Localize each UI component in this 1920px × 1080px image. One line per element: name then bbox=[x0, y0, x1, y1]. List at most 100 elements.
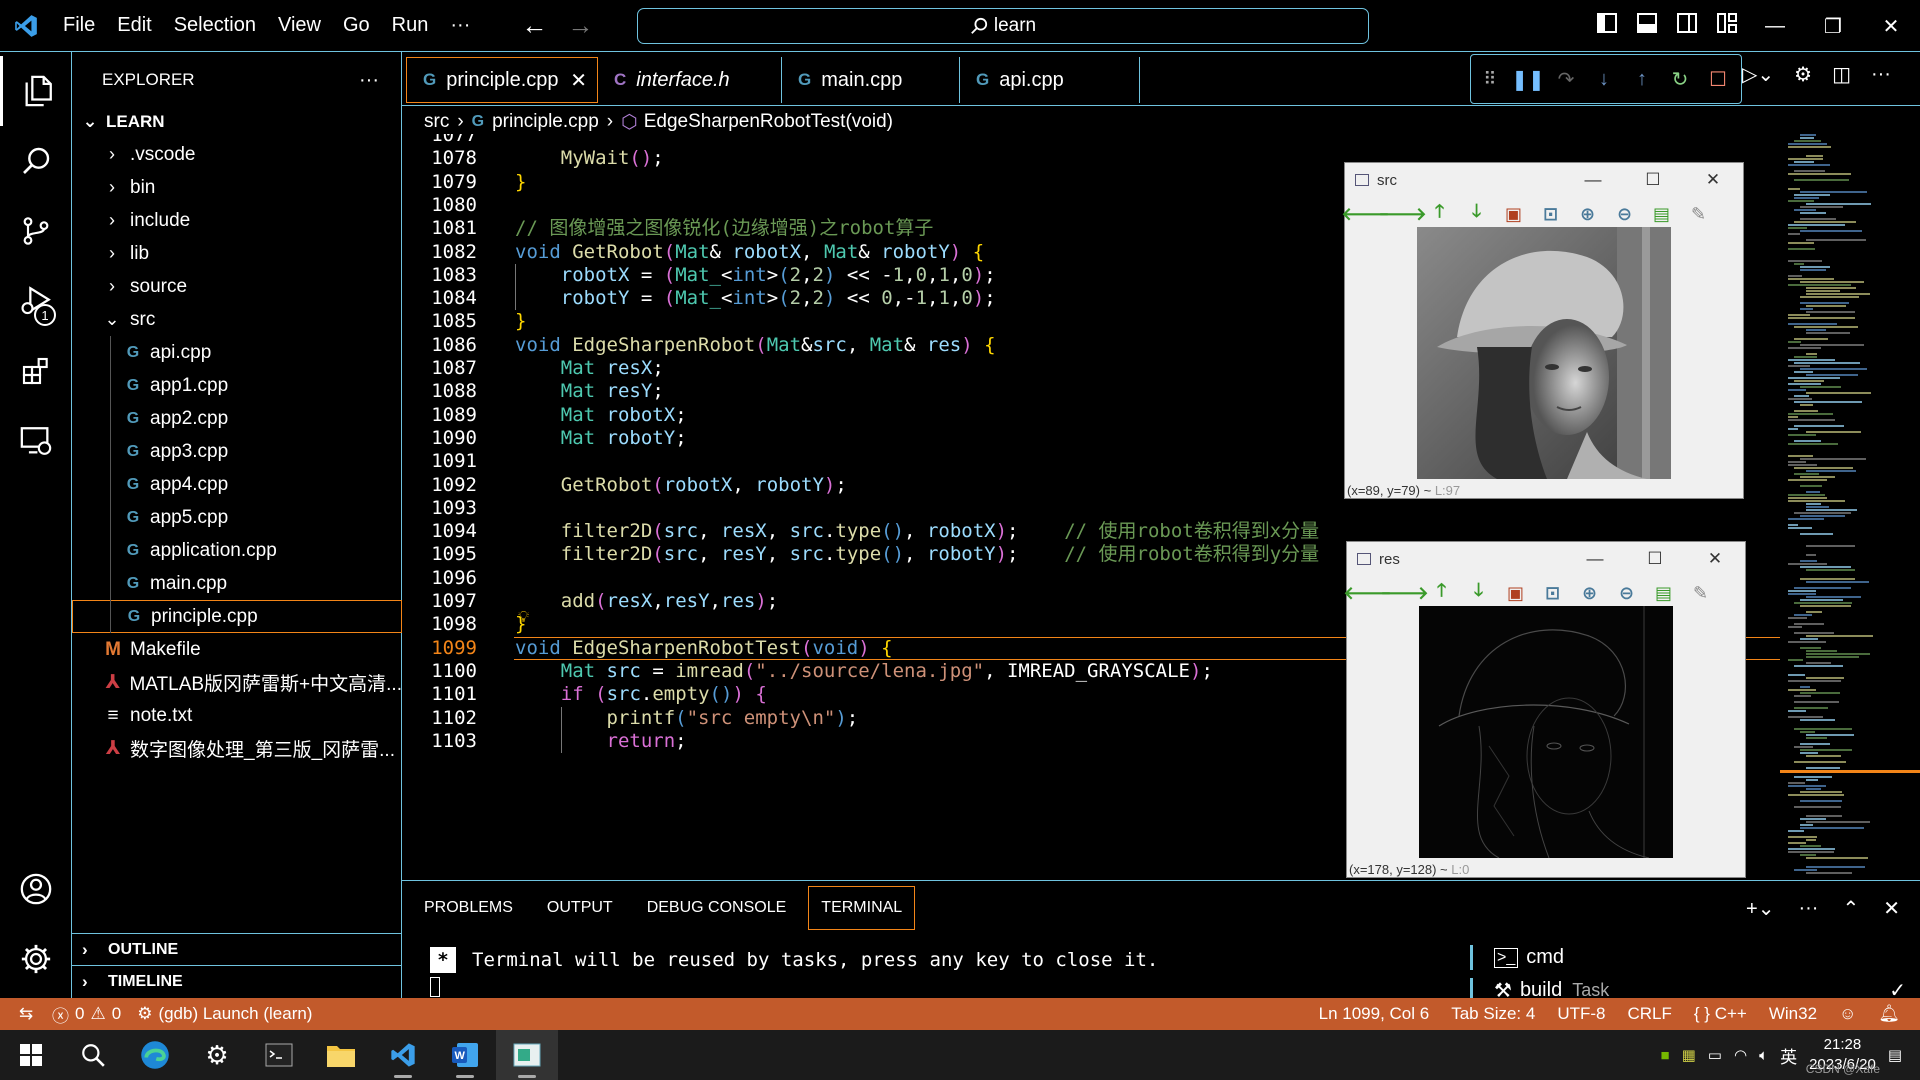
search-icon[interactable] bbox=[0, 126, 72, 196]
notifications-bell-icon[interactable]: 🔔︎ bbox=[1878, 1004, 1900, 1024]
arrow-right-icon[interactable]: 🡒 bbox=[1380, 582, 1428, 604]
drag-handle-icon[interactable]: ⠿ bbox=[1471, 69, 1509, 90]
arrow-right-icon[interactable]: 🡒 bbox=[1378, 203, 1426, 225]
step-out-icon[interactable]: ↑ bbox=[1623, 68, 1661, 91]
tree-item-main-cpp[interactable]: Gmain.cpp bbox=[72, 567, 402, 600]
source-control-icon[interactable] bbox=[0, 196, 72, 266]
code-line[interactable]: 1077 bbox=[402, 134, 1780, 147]
tree-item-[interactable]: ⅄ 数字图像处理_第三版_冈萨雷... bbox=[72, 732, 402, 765]
run-dropdown-icon[interactable]: ▷⌄ bbox=[1742, 62, 1774, 87]
close-window-icon[interactable]: ✕ bbox=[1862, 0, 1920, 52]
outline-section[interactable]: › OUTLINE bbox=[72, 933, 402, 965]
terminal-item-cmd[interactable]: >_ cmd bbox=[1470, 941, 1920, 974]
wifi-icon[interactable]: ◠ bbox=[1734, 1046, 1747, 1064]
menu-run[interactable]: Run bbox=[381, 14, 440, 37]
settings-gear-icon[interactable]: ⚙ bbox=[1794, 62, 1812, 87]
command-center-search[interactable]: learn bbox=[637, 8, 1369, 44]
tab-debug-console[interactable]: DEBUG CONSOLE bbox=[635, 886, 799, 930]
image-icon[interactable]: ▣ bbox=[1503, 582, 1528, 604]
tree-item-lib[interactable]: › lib bbox=[72, 237, 402, 270]
close-panel-icon[interactable]: ✕ bbox=[1883, 896, 1900, 921]
windows-start-icon[interactable] bbox=[0, 1030, 62, 1080]
arrow-down-icon[interactable]: 🡓 bbox=[1464, 201, 1489, 225]
image-icon[interactable]: ▣ bbox=[1501, 203, 1526, 225]
problems-indicator[interactable]: ⓧ 0 ⚠ 0 bbox=[52, 1002, 121, 1027]
tree-item-app3-cpp[interactable]: Gapp3.cpp bbox=[72, 435, 402, 468]
image-window-src[interactable]: src — ☐ ✕ 🡐 🡒 🡑 🡓 ▣ ⊡ ⊕ ⊖ ▤ ✎ (x=89, y=7… bbox=[1341, 162, 1744, 499]
vscode-taskbar-icon[interactable] bbox=[372, 1030, 434, 1080]
save-icon[interactable]: ▤ bbox=[1651, 582, 1676, 604]
tree-item-app5-cpp[interactable]: Gapp5.cpp bbox=[72, 501, 402, 534]
run-and-debug-icon[interactable]: 1 bbox=[0, 266, 72, 336]
more-actions-icon[interactable]: ··· bbox=[1798, 897, 1818, 920]
app-tray-icon[interactable]: ▦ bbox=[1682, 1046, 1696, 1064]
tab-output[interactable]: OUTPUT bbox=[535, 886, 625, 930]
tab-principle-cpp[interactable]: G principle.cpp ✕ bbox=[406, 57, 598, 103]
image-window-res[interactable]: res — ☐ ✕ 🡐 🡒 🡑 🡓 ▣ ⊡ ⊕ ⊖ ▤ ✎ (x=178, y=… bbox=[1343, 541, 1746, 878]
tree-item-app2-cpp[interactable]: Gapp2.cpp bbox=[72, 402, 402, 435]
timeline-section[interactable]: › TIMELINE bbox=[72, 965, 402, 997]
nvidia-tray-icon[interactable]: ■ bbox=[1661, 1047, 1670, 1064]
lightbulb-icon[interactable]: 💡︎ bbox=[518, 607, 529, 627]
tree-item-source[interactable]: › source bbox=[72, 270, 402, 303]
tab-main-cpp[interactable]: G main.cpp bbox=[782, 57, 960, 103]
minimize-icon[interactable]: — bbox=[1746, 0, 1804, 52]
opencv-window-taskbar-icon[interactable] bbox=[496, 1030, 558, 1080]
tree-item-matlab[interactable]: ⅄ MATLAB版冈萨雷斯+中文高清... bbox=[72, 666, 403, 699]
save-icon[interactable]: ▤ bbox=[1649, 203, 1674, 225]
arrow-up-icon[interactable]: 🡑 bbox=[1429, 580, 1454, 604]
arrow-left-icon[interactable]: 🡐 bbox=[1343, 582, 1391, 604]
more-actions-icon[interactable]: ··· bbox=[359, 69, 379, 92]
close-icon[interactable]: ✕ bbox=[1685, 542, 1745, 576]
settings-gear-icon[interactable] bbox=[0, 924, 72, 994]
split-editor-icon[interactable]: ◫ bbox=[1832, 62, 1851, 87]
language-mode[interactable]: { } C++ bbox=[1694, 1004, 1747, 1024]
terminal-output[interactable]: * Terminal will be reused by tasks, pres… bbox=[430, 947, 1158, 973]
zoom-fit-icon[interactable]: ⊡ bbox=[1540, 582, 1565, 604]
close-icon[interactable]: ✕ bbox=[1683, 163, 1743, 197]
breadcrumb-folder[interactable]: src bbox=[424, 111, 449, 133]
cursor-position[interactable]: Ln 1099, Col 6 bbox=[1319, 1004, 1430, 1024]
tree-item-app4-cpp[interactable]: Gapp4.cpp bbox=[72, 468, 402, 501]
launch-config[interactable]: ⚙ (gdb) Launch (learn) bbox=[137, 1004, 312, 1024]
breadcrumb-file[interactable]: principle.cpp bbox=[492, 111, 599, 133]
arrow-down-icon[interactable]: 🡓 bbox=[1466, 580, 1491, 604]
tree-item-principle-cpp[interactable]: Gprinciple.cpp bbox=[72, 600, 402, 633]
back-arrow-icon[interactable]: ← bbox=[521, 10, 547, 41]
more-actions-icon[interactable]: ··· bbox=[1871, 63, 1891, 86]
customize-layout-icon[interactable] bbox=[1716, 12, 1738, 34]
account-icon[interactable] bbox=[0, 854, 72, 924]
pause-icon[interactable]: ❚❚ bbox=[1509, 67, 1547, 92]
maximize-icon[interactable]: ❐ bbox=[1804, 0, 1862, 52]
tree-item-app1-cpp[interactable]: Gapp1.cpp bbox=[72, 369, 402, 402]
volume-icon[interactable]: 🔈︎ bbox=[1759, 1047, 1768, 1064]
notifications-icon[interactable]: ▤ bbox=[1888, 1046, 1902, 1064]
menu-edit[interactable]: Edit bbox=[106, 14, 162, 37]
zoom-in-icon[interactable]: ⊕ bbox=[1575, 203, 1600, 225]
tab-problems[interactable]: PROBLEMS bbox=[412, 886, 525, 930]
encoding[interactable]: UTF-8 bbox=[1557, 1004, 1605, 1024]
breadcrumb-symbol[interactable]: EdgeSharpenRobotTest(void) bbox=[644, 111, 893, 133]
tab-terminal[interactable]: TERMINAL bbox=[808, 886, 916, 930]
zoom-fit-icon[interactable]: ⊡ bbox=[1538, 203, 1563, 225]
toggle-secondary-sidebar-icon[interactable] bbox=[1676, 12, 1698, 34]
toggle-panel-icon[interactable] bbox=[1636, 12, 1658, 34]
explorer-icon[interactable] bbox=[0, 56, 72, 126]
tree-item-include[interactable]: › include bbox=[72, 204, 402, 237]
end-of-line[interactable]: CRLF bbox=[1628, 1004, 1672, 1024]
input-method[interactable]: 英 bbox=[1780, 1043, 1797, 1068]
platform[interactable]: Win32 bbox=[1769, 1004, 1817, 1024]
maximize-panel-icon[interactable]: ⌃ bbox=[1842, 896, 1859, 921]
tab-api-cpp[interactable]: G api.cpp bbox=[960, 57, 1140, 103]
arrow-up-icon[interactable]: 🡑 bbox=[1427, 201, 1452, 225]
toggle-sidebar-icon[interactable] bbox=[1596, 12, 1618, 34]
menu-file[interactable]: File bbox=[52, 14, 106, 37]
minimize-icon[interactable]: — bbox=[1565, 542, 1625, 576]
menu-go[interactable]: Go bbox=[332, 14, 381, 37]
remote-indicator-icon[interactable]: ⇆ bbox=[0, 1004, 52, 1024]
minimize-icon[interactable]: — bbox=[1563, 163, 1623, 197]
step-over-icon[interactable]: ↷ bbox=[1547, 67, 1585, 92]
tree-item-api-cpp[interactable]: Gapi.cpp bbox=[72, 336, 402, 369]
tree-item-src[interactable]: ⌄ src bbox=[72, 303, 402, 336]
extensions-icon[interactable] bbox=[0, 336, 72, 406]
